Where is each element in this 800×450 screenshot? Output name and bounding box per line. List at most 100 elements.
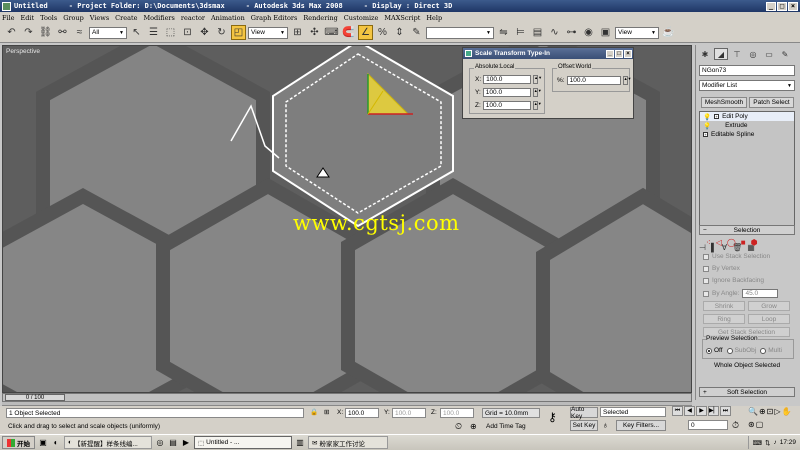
- absolute-x-spinner[interactable]: ▲▼: [533, 75, 542, 84]
- network-icon[interactable]: ⇅: [765, 439, 770, 447]
- ime-icon[interactable]: ⌨: [753, 439, 762, 447]
- polygon-icon[interactable]: ■: [741, 238, 746, 247]
- menu-modifiers[interactable]: Modifiers: [143, 14, 174, 22]
- select-object-icon[interactable]: ↖: [129, 25, 144, 40]
- redo-icon[interactable]: ↷: [21, 25, 36, 40]
- pivot-center-icon[interactable]: ⊞: [290, 25, 305, 40]
- object-name-field[interactable]: NGon73: [699, 65, 795, 76]
- link-icon[interactable]: ⛓: [38, 25, 53, 40]
- use-stack-selection-checkbox[interactable]: Use Stack Selection: [703, 253, 770, 260]
- folder-icon[interactable]: ▥: [295, 438, 305, 448]
- menu-tools[interactable]: Tools: [40, 14, 57, 22]
- orbit-icon[interactable]: ⊛: [748, 420, 755, 432]
- schematic-view-icon[interactable]: ⊶: [564, 25, 579, 40]
- desktop-icon[interactable]: ▣: [38, 438, 48, 448]
- patch-select-button[interactable]: Patch Select: [749, 97, 794, 108]
- element-icon[interactable]: ⬢: [751, 238, 758, 247]
- zoom-extents-icon[interactable]: ⊡: [767, 407, 774, 419]
- go-to-start-icon[interactable]: ⏮: [672, 406, 683, 416]
- play-icon[interactable]: ▶: [696, 406, 707, 416]
- ignore-backfacing-checkbox[interactable]: Ignore Backfacing: [703, 277, 764, 284]
- named-selection-dropdown[interactable]: ▼: [426, 26, 494, 39]
- lock-selection-icon[interactable]: 🔒: [310, 408, 318, 416]
- preview-off-radio[interactable]: Off: [706, 347, 723, 354]
- time-tag-icon[interactable]: ⏲: [455, 421, 462, 432]
- by-angle-checkbox[interactable]: By Angle: 45.0: [703, 289, 779, 298]
- edge-icon[interactable]: ◁: [716, 238, 722, 247]
- select-move-icon[interactable]: ✥: [197, 25, 212, 40]
- time-slider-thumb[interactable]: 0 / 100: [5, 394, 65, 401]
- angle-snap-icon[interactable]: ∠: [358, 25, 373, 40]
- menu-file[interactable]: File: [2, 14, 15, 22]
- reference-coordinate-dropdown[interactable]: View ▼: [248, 26, 288, 39]
- soft-selection-rollout-header[interactable]: + Soft Selection: [699, 387, 795, 397]
- auto-key-button[interactable]: Auto Key: [570, 406, 598, 420]
- set-key-filter-icon[interactable]: ♁: [602, 420, 609, 430]
- key-filters-button[interactable]: Key Filters...: [616, 420, 666, 431]
- stack-item-edit-poly[interactable]: 💡 + Edit Poly: [700, 112, 794, 121]
- menu-reactor[interactable]: reactor: [181, 14, 205, 22]
- select-scale-icon[interactable]: ◰: [231, 25, 246, 40]
- mirror-icon[interactable]: ⇋: [496, 25, 511, 40]
- preview-multi-radio[interactable]: Multi: [760, 347, 782, 354]
- volume-icon[interactable]: ♪: [773, 439, 776, 446]
- material-editor-icon[interactable]: ◉: [581, 25, 596, 40]
- menu-views[interactable]: Views: [90, 14, 109, 22]
- by-angle-input[interactable]: 45.0: [742, 289, 779, 298]
- percent-snap-icon[interactable]: %: [375, 25, 390, 40]
- create-tab-icon[interactable]: ✱: [698, 48, 712, 60]
- add-time-tag-label[interactable]: Add Time Tag: [486, 423, 526, 430]
- next-frame-icon[interactable]: ▶▏: [708, 406, 719, 416]
- lightbulb-icon[interactable]: 💡: [703, 113, 711, 121]
- status-z-field[interactable]: 100.0: [440, 408, 474, 418]
- browser-icon[interactable]: ◐: [51, 438, 61, 448]
- spinner-snap-icon[interactable]: ⇕: [392, 25, 407, 40]
- region-select-icon[interactable]: ⬚: [163, 25, 178, 40]
- menu-animation[interactable]: Animation: [211, 14, 245, 22]
- absolute-y-spinner[interactable]: ▲▼: [532, 88, 542, 97]
- time-config-icon[interactable]: ⏱: [732, 420, 739, 431]
- dialog-maximize-button[interactable]: □: [615, 49, 623, 58]
- menu-customize[interactable]: Customize: [344, 14, 379, 22]
- meshsmooth-button[interactable]: MeshSmooth: [701, 97, 747, 108]
- unlink-icon[interactable]: ⚯: [55, 25, 70, 40]
- preview-subobj-radio[interactable]: SubObj: [726, 347, 756, 354]
- current-frame-field[interactable]: 0: [688, 420, 728, 430]
- field-of-view-icon[interactable]: ▷: [774, 407, 780, 419]
- window-crossing-icon[interactable]: ⊡: [180, 25, 195, 40]
- hierarchy-tab-icon[interactable]: ⊤: [730, 48, 744, 60]
- taskbar-item-chat[interactable]: ✉ 粉家家工作讨论: [308, 436, 388, 449]
- curve-editor-icon[interactable]: ∿: [547, 25, 562, 40]
- zoom-all-icon[interactable]: ⊕: [759, 407, 766, 419]
- menu-rendering[interactable]: Rendering: [303, 14, 337, 22]
- absolute-x-input[interactable]: 100.0: [483, 75, 532, 84]
- dialog-title-bar[interactable]: Scale Transform Type-In _ □ ×: [463, 48, 633, 59]
- border-icon[interactable]: ◯: [727, 238, 736, 247]
- modify-tab-icon[interactable]: ◢: [714, 48, 728, 60]
- set-key-button[interactable]: Set Key: [570, 420, 598, 431]
- chrome-icon[interactable]: ◎: [155, 438, 165, 448]
- minimize-button[interactable]: _: [766, 1, 776, 11]
- quick-render-icon[interactable]: ☕: [661, 25, 676, 40]
- manipulate-icon[interactable]: ✣: [307, 25, 322, 40]
- modifier-list-dropdown[interactable]: Modifier List ▼: [699, 80, 795, 91]
- previous-frame-icon[interactable]: ◀: [684, 406, 695, 416]
- motion-tab-icon[interactable]: ◎: [746, 48, 760, 60]
- status-x-field[interactable]: 100.0: [345, 408, 379, 418]
- menu-maxscript[interactable]: MAXScript: [384, 14, 420, 22]
- loop-button[interactable]: Loop: [748, 314, 790, 324]
- absolute-z-spinner[interactable]: ▲▼: [532, 101, 542, 110]
- expand-icon[interactable]: +: [703, 132, 708, 137]
- menu-edit[interactable]: Edit: [21, 14, 35, 22]
- lightbulb-icon[interactable]: 💡: [703, 122, 711, 130]
- taskbar-item-browser[interactable]: ◐ 【新提醒】样条线编...: [64, 436, 152, 449]
- taskbar-item-3dsmax[interactable]: ⬚ Untitled - ...: [194, 436, 292, 449]
- offset-percent-spinner[interactable]: ▲▼: [622, 76, 632, 85]
- absolute-mode-icon[interactable]: ⊞: [324, 408, 329, 416]
- clock[interactable]: 17:29: [780, 439, 796, 446]
- vertex-icon[interactable]: ⁖: [706, 238, 711, 247]
- keyboard-shortcut-icon[interactable]: ⌨: [324, 25, 339, 40]
- pan-icon[interactable]: ✋: [782, 407, 792, 419]
- shrink-button[interactable]: Shrink: [703, 301, 745, 311]
- select-rotate-icon[interactable]: ↻: [214, 25, 229, 40]
